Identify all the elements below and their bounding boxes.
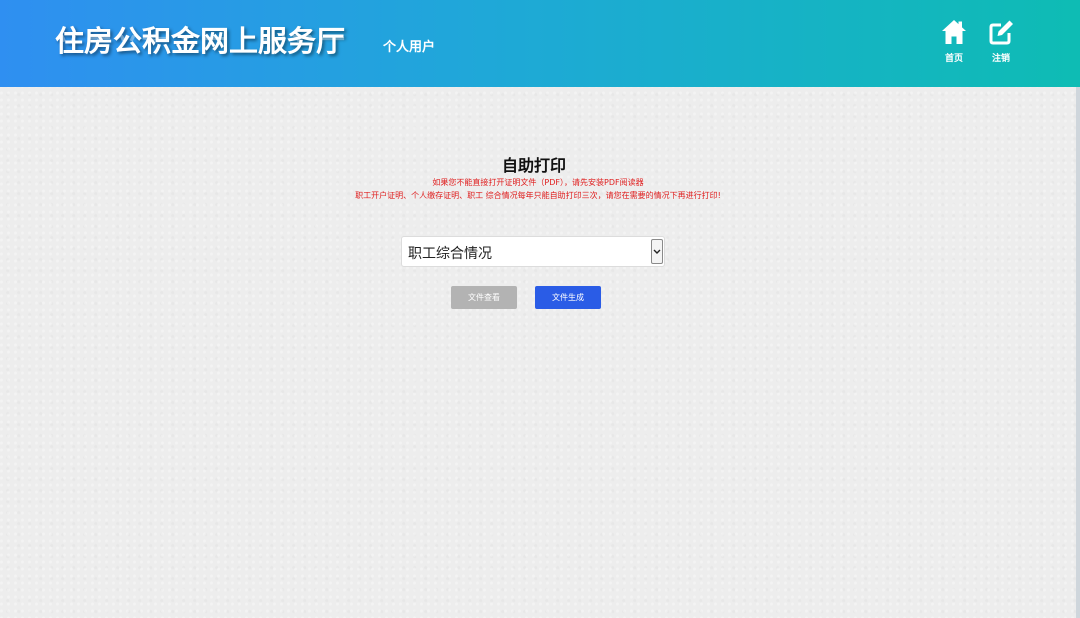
logout-label: 注销 <box>991 54 1010 64</box>
header-bar: 住房公积金网上服务厅 住房公积金网上服务厅 个人用户 首页 注销 <box>0 0 1080 87</box>
user-type-label: 个人用户 <box>383 40 436 55</box>
page-title: 自助打印 <box>501 156 566 175</box>
chevron-down-icon <box>653 249 661 254</box>
print-limit-notice: 职工开户证明、个人缴存证明、职工 综合情况每年只能自助打印三次，请您在需要的情况… <box>355 191 721 200</box>
dropdown-toggle[interactable] <box>651 239 663 264</box>
home-label: 首页 <box>944 54 963 64</box>
site-title: 住房公积金网上服务厅 <box>55 24 346 58</box>
home-button[interactable]: 首页 <box>934 19 974 71</box>
document-type-select[interactable]: 职工综合情况 <box>401 236 665 267</box>
view-file-button[interactable]: 文件查看 <box>451 286 517 309</box>
scrollbar[interactable] <box>1076 87 1080 618</box>
document-type-selected: 职工综合情况 <box>408 246 492 262</box>
generate-file-button[interactable]: 文件生成 <box>535 286 601 309</box>
pdf-notice: 如果您不能直接打开证明文件（PDF），请先安装PDF阅读器 <box>432 178 644 187</box>
home-icon <box>942 20 966 44</box>
logout-button[interactable]: 注销 <box>981 19 1021 71</box>
edit-icon <box>989 20 1013 45</box>
